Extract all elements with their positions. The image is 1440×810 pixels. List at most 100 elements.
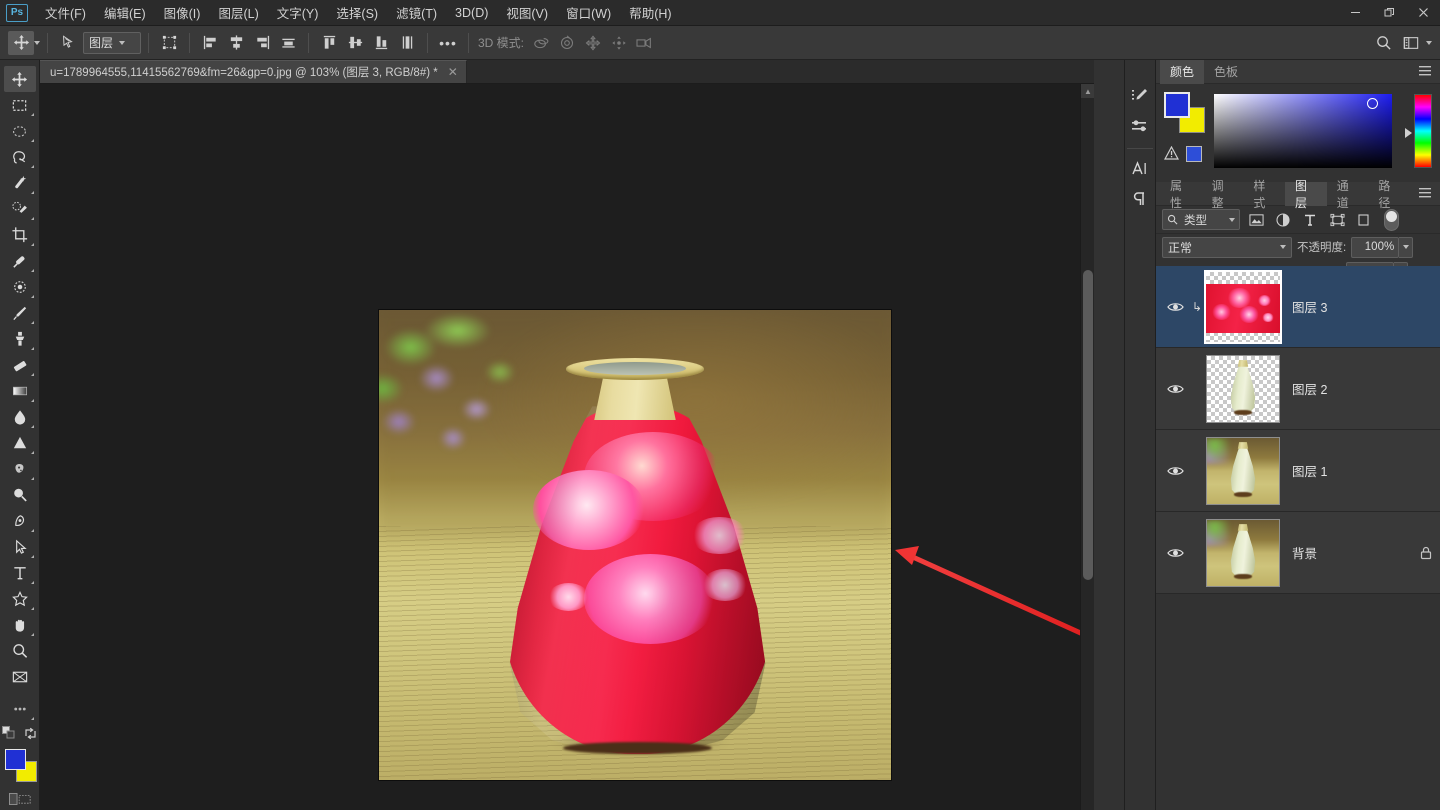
rectangular-marquee-tool[interactable] [4,92,36,118]
canvas-area[interactable]: ▲ [40,84,1094,810]
brush-settings-icon[interactable] [1126,112,1154,140]
more-options-button[interactable]: ••• [435,31,461,55]
hue-slider[interactable] [1414,94,1432,168]
tab-color[interactable]: 颜色 [1160,60,1204,84]
gradient-tool[interactable] [4,378,36,404]
layer-name[interactable]: 背景 [1282,543,1412,562]
layer-thumbnail-wrap[interactable] [1204,353,1282,425]
filter-smart-object-icon[interactable] [1353,209,1375,230]
menu-item-type[interactable]: 文字(Y) [268,0,328,26]
menu-item-image[interactable]: 图像(I) [155,0,210,26]
workspace-switcher-icon[interactable] [1398,31,1424,55]
eraser-tool[interactable] [4,352,36,378]
foreground-color-swatch[interactable] [5,749,26,770]
blend-mode-select[interactable]: 正常 [1162,237,1292,258]
layer-list[interactable]: ↳ [1156,266,1440,810]
search-icon[interactable] [1370,31,1396,55]
filter-shape-icon[interactable] [1326,209,1348,230]
scrollbar-thumb[interactable] [1083,270,1093,580]
slice-tool[interactable] [4,664,36,690]
distribute-vertical-centers-icon[interactable] [342,31,368,55]
panel-menu-icon[interactable] [1410,187,1440,201]
align-horizontal-centers-icon[interactable] [223,31,249,55]
swap-colors-icon[interactable] [24,727,37,743]
elliptical-marquee-tool[interactable] [4,118,36,144]
distribute-top-edges-icon[interactable] [316,31,342,55]
blur-tool[interactable] [4,404,36,430]
path-selection-tool[interactable] [4,534,36,560]
menu-item-file[interactable]: 文件(F) [36,0,95,26]
brush-presets-icon[interactable] [1126,82,1154,110]
web-safe-color-swatch[interactable] [1186,146,1202,162]
clone-stamp-tool[interactable] [4,326,36,352]
filter-enable-toggle[interactable] [1384,209,1399,231]
sponge-tool[interactable] [4,456,36,482]
dodge-tool[interactable] [4,430,36,456]
roll-3d-icon[interactable] [554,31,580,55]
eyedropper-tool[interactable] [4,248,36,274]
paragraph-panel-icon[interactable] [1126,185,1154,213]
gamut-warning-icon[interactable] [1164,146,1180,162]
distribute-bottom-edges-icon[interactable] [368,31,394,55]
color-picker-body[interactable] [1156,84,1440,184]
filter-type-icon[interactable] [1299,209,1321,230]
magnifier-tool[interactable] [4,482,36,508]
brush-tool[interactable] [4,300,36,326]
canvas-vertical-scrollbar[interactable]: ▲ [1080,84,1094,810]
tab-properties[interactable]: 属性 [1160,182,1202,206]
eye-icon[interactable] [1160,465,1190,477]
color-swatches[interactable] [3,749,37,783]
layer-name[interactable]: 图层 3 [1282,297,1412,316]
opacity-stepper-caret-icon[interactable] [1399,237,1413,258]
crop-tool[interactable] [4,222,36,248]
menu-item-3d[interactable]: 3D(D) [446,2,497,24]
tab-layers[interactable]: 图层 [1285,182,1327,206]
move-tool-preset-caret-icon[interactable] [34,41,40,45]
horizontal-type-tool[interactable] [4,560,36,586]
eye-icon[interactable] [1160,547,1190,559]
table-row[interactable]: ↳ [1156,266,1440,348]
minimize-button[interactable] [1338,0,1372,26]
align-top-edges-icon[interactable] [275,31,301,55]
layer-thumbnail[interactable] [1204,270,1282,344]
zoom-tool[interactable] [4,638,36,664]
close-button[interactable] [1406,0,1440,26]
scale-3d-icon[interactable] [632,31,658,55]
tab-styles[interactable]: 样式 [1243,182,1285,206]
color-field[interactable] [1214,94,1392,168]
menu-item-select[interactable]: 选择(S) [327,0,387,26]
character-panel-icon[interactable] [1126,155,1154,183]
custom-shape-tool[interactable] [4,586,36,612]
eye-icon[interactable] [1160,301,1190,313]
workspace-chevron-icon[interactable] [1426,41,1432,45]
scroll-up-icon[interactable]: ▲ [1081,84,1094,98]
tab-channels[interactable]: 通道 [1327,182,1369,206]
tab-swatches[interactable]: 色板 [1204,60,1248,84]
restore-button[interactable] [1372,0,1406,26]
eye-icon[interactable] [1160,383,1190,395]
lasso-tool[interactable] [4,144,36,170]
layer-thumbnail[interactable] [1206,519,1280,587]
drag-3d-icon[interactable] [580,31,606,55]
menu-item-filter[interactable]: 滤镜(T) [387,0,446,26]
opacity-input[interactable]: 100% [1351,237,1399,258]
menu-item-window[interactable]: 窗口(W) [557,0,620,26]
rotate-3d-icon[interactable] [528,31,554,55]
edit-toolbar-tool[interactable] [4,696,36,722]
tab-paths[interactable]: 路径 [1368,182,1410,206]
hand-tool[interactable] [4,612,36,638]
layer-thumbnail-wrap[interactable] [1204,517,1282,589]
menu-item-layer[interactable]: 图层(L) [209,0,267,26]
filter-pixel-icon[interactable] [1245,209,1267,230]
align-right-edges-icon[interactable] [249,31,275,55]
layer-name[interactable]: 图层 1 [1282,461,1412,480]
close-icon[interactable]: ✕ [448,65,458,79]
layer-thumbnail-wrap[interactable] [1204,271,1282,343]
slide-3d-icon[interactable] [606,31,632,55]
color-panel-foreground-swatch[interactable] [1164,92,1190,118]
distribute-left-edges-icon[interactable] [394,31,420,55]
auto-select-checkbox[interactable] [55,31,81,55]
auto-select-target-dropdown[interactable]: 图层 [83,32,141,54]
color-field-marker[interactable] [1367,98,1378,109]
default-colors-icon[interactable] [2,726,16,743]
